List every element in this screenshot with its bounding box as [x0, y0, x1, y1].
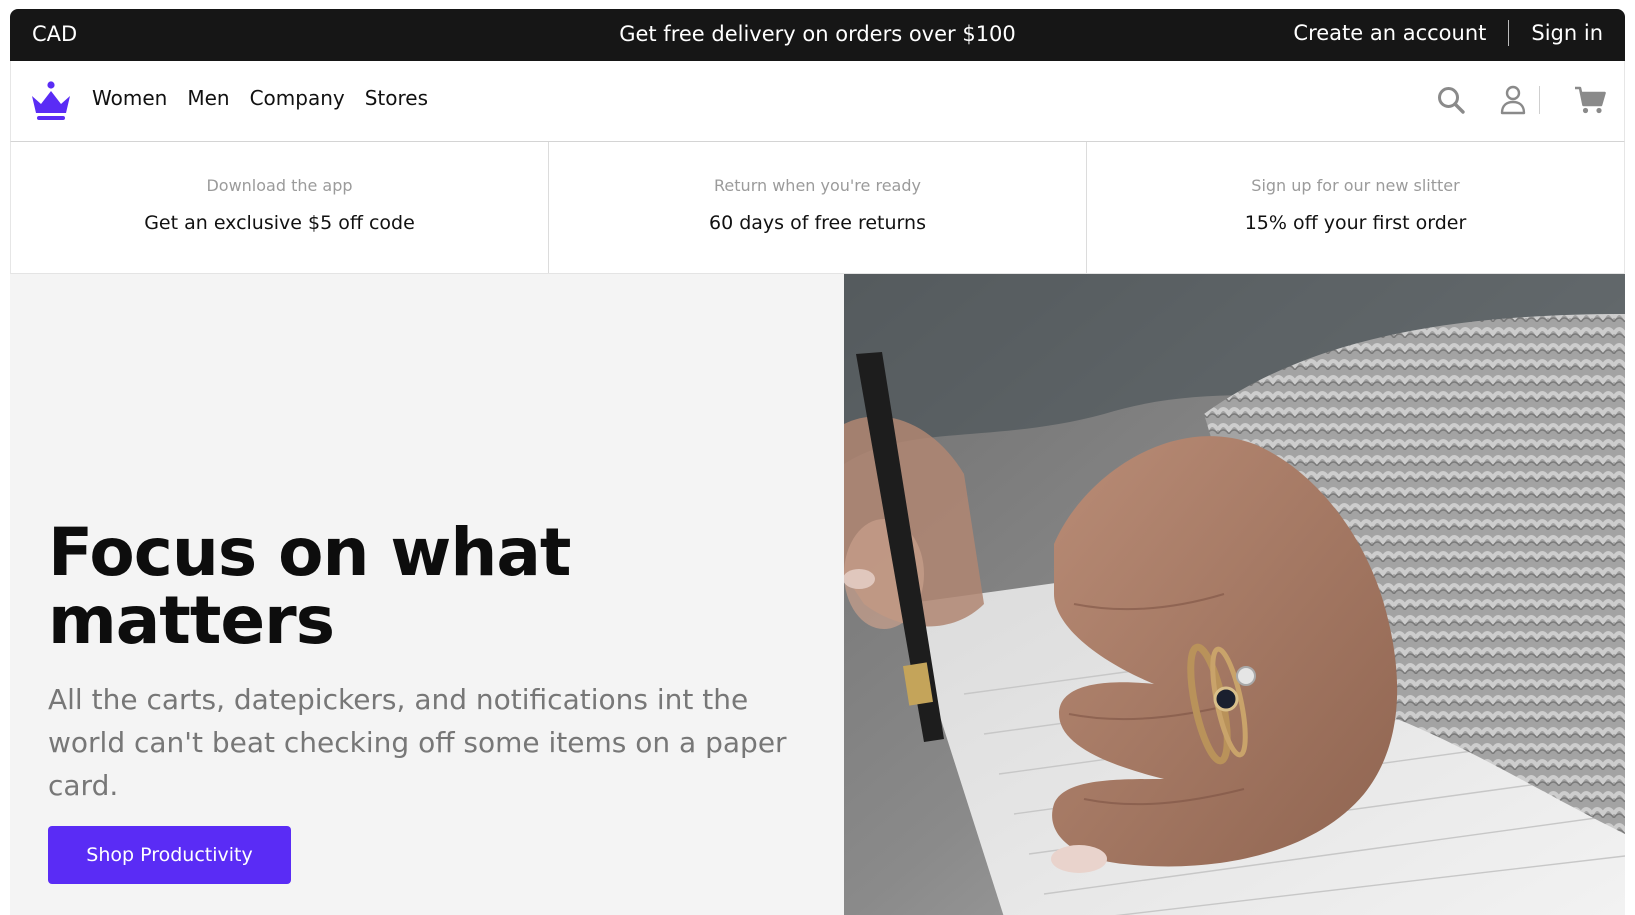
perks-strip: Download the app Get an exclusive $5 off…	[10, 142, 1625, 274]
search-icon[interactable]	[1435, 83, 1467, 117]
account-links: Create an account Sign in	[1293, 20, 1603, 46]
hero-image	[844, 274, 1625, 915]
cart-icon[interactable]	[1574, 83, 1606, 117]
currency-selector[interactable]: CAD	[32, 22, 77, 46]
perk-app: Download the app Get an exclusive $5 off…	[11, 142, 549, 273]
perk-subtitle: Sign up for our new slitter	[1251, 176, 1460, 195]
sign-in-link[interactable]: Sign in	[1531, 21, 1603, 45]
nav-links: Women Men Company Stores	[92, 86, 448, 110]
perk-returns: Return when you're ready 60 days of free…	[549, 142, 1087, 273]
account-divider	[1508, 20, 1510, 46]
page-frame: CAD Get free delivery on orders over $10…	[10, 9, 1625, 915]
perk-title: 60 days of free returns	[709, 212, 926, 234]
perk-title: Get an exclusive $5 off code	[144, 212, 415, 234]
shop-productivity-button[interactable]: Shop Productivity	[48, 826, 291, 884]
hero-section: Focus on what matters All the carts, dat…	[10, 274, 1625, 915]
user-icon[interactable]	[1497, 83, 1529, 117]
crown-logo-icon[interactable]	[31, 80, 71, 122]
announcement-bar: CAD Get free delivery on orders over $10…	[10, 9, 1625, 61]
hero-text-panel: Focus on what matters All the carts, dat…	[10, 274, 844, 915]
nav-link-women[interactable]: Women	[92, 86, 167, 110]
hero-description: All the carts, datepickers, and notifica…	[48, 683, 787, 802]
nav-link-stores[interactable]: Stores	[365, 86, 428, 110]
create-account-link[interactable]: Create an account	[1293, 21, 1486, 45]
nav-icon-divider	[1539, 86, 1540, 114]
nav-link-men[interactable]: Men	[187, 86, 229, 110]
main-nav: Women Men Company Stores	[10, 61, 1625, 142]
hero-headline: Focus on what matters	[48, 514, 571, 659]
perk-subtitle: Download the app	[206, 176, 353, 195]
promo-text: Get free delivery on orders over $100	[619, 22, 1016, 46]
perk-subtitle: Return when you're ready	[714, 176, 921, 195]
perk-newsletter: Sign up for our new slitter 15% off your…	[1087, 142, 1624, 273]
perk-title: 15% off your first order	[1244, 212, 1467, 234]
hand-writing-photo-illustration	[844, 274, 1625, 915]
nav-icon-group	[1435, 83, 1606, 117]
nav-link-company[interactable]: Company	[250, 86, 345, 110]
